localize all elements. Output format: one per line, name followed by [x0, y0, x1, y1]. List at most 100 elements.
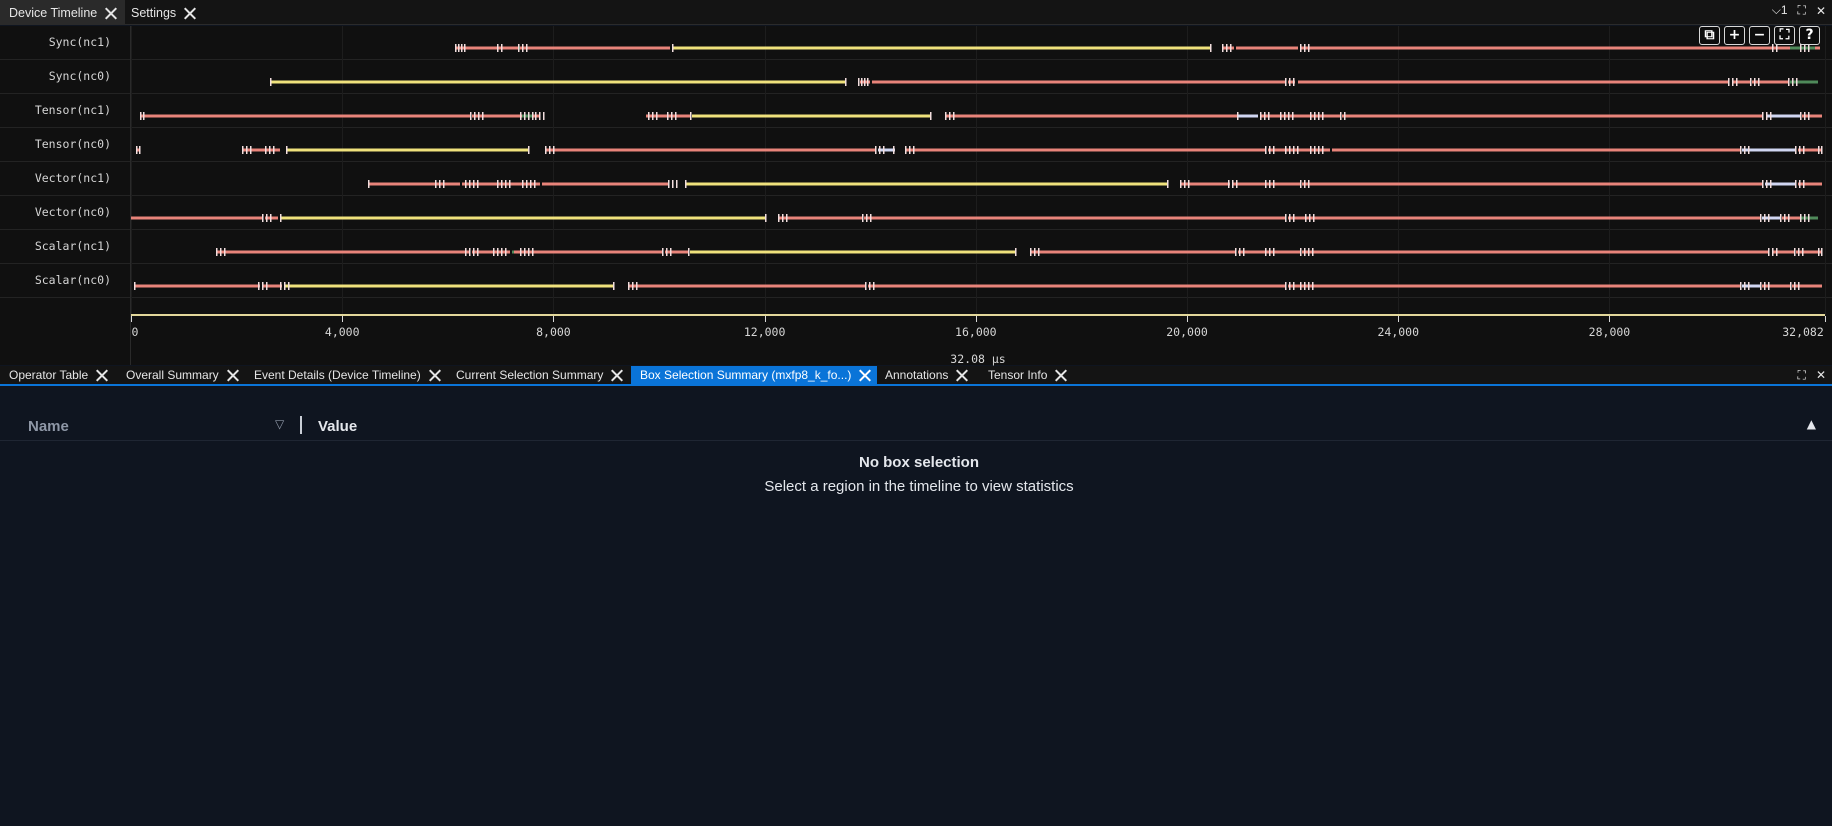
event-marker[interactable]	[1772, 248, 1774, 256]
column-resize-handle[interactable]	[300, 416, 302, 434]
event-marker[interactable]	[1772, 44, 1774, 52]
event-marker[interactable]	[1800, 112, 1802, 120]
event-marker[interactable]	[1289, 146, 1291, 154]
event-marker[interactable]	[1744, 282, 1746, 290]
event-bar[interactable]	[778, 216, 862, 220]
event-marker[interactable]	[1794, 248, 1796, 256]
event-marker[interactable]	[526, 44, 528, 52]
event-marker[interactable]	[1184, 180, 1186, 188]
event-marker[interactable]	[1768, 282, 1770, 290]
close-icon[interactable]: ✕	[1816, 4, 1826, 18]
event-bar[interactable]	[1030, 250, 1235, 254]
chevron-down-icon[interactable]: ⌵1	[1772, 3, 1788, 18]
event-marker[interactable]	[522, 44, 524, 52]
event-bar[interactable]	[945, 114, 958, 118]
close-icon[interactable]	[429, 369, 441, 381]
event-marker[interactable]	[524, 112, 526, 120]
event-marker[interactable]	[1269, 180, 1271, 188]
event-marker[interactable]	[1288, 112, 1290, 120]
event-marker[interactable]	[1167, 180, 1169, 188]
event-marker[interactable]	[1818, 146, 1820, 154]
event-marker[interactable]	[143, 112, 145, 120]
event-marker[interactable]	[1260, 112, 1262, 120]
event-marker[interactable]	[861, 78, 863, 86]
event-marker[interactable]	[909, 146, 911, 154]
event-marker[interactable]	[461, 44, 463, 52]
event-marker[interactable]	[266, 282, 268, 290]
event-marker[interactable]	[284, 282, 286, 290]
event-marker[interactable]	[1232, 180, 1234, 188]
event-marker[interactable]	[786, 214, 788, 222]
event-marker[interactable]	[1322, 146, 1324, 154]
event-marker[interactable]	[528, 112, 530, 120]
event-marker[interactable]	[1228, 180, 1230, 188]
event-marker[interactable]	[893, 146, 895, 154]
event-marker[interactable]	[478, 112, 480, 120]
event-marker[interactable]	[455, 44, 457, 52]
tab-box-selection-summary-mxfp8-k-fo[interactable]: Box Selection Summary (mxfp8_k_fo...)	[631, 366, 878, 384]
event-marker[interactable]	[1293, 282, 1295, 290]
event-bar[interactable]	[522, 46, 670, 50]
event-bar[interactable]	[262, 284, 282, 288]
event-bar[interactable]	[270, 80, 845, 84]
event-marker[interactable]	[477, 180, 479, 188]
event-marker[interactable]	[140, 112, 142, 120]
event-bar[interactable]	[1762, 284, 1790, 288]
event-marker[interactable]	[905, 146, 907, 154]
event-bar[interactable]	[522, 114, 532, 118]
event-marker[interactable]	[1804, 44, 1806, 52]
event-bar[interactable]	[1772, 250, 1794, 254]
event-marker[interactable]	[250, 146, 252, 154]
event-marker[interactable]	[528, 248, 530, 256]
event-marker[interactable]	[945, 112, 947, 120]
event-marker[interactable]	[1322, 112, 1324, 120]
event-marker[interactable]	[1821, 146, 1823, 154]
event-marker[interactable]	[1768, 248, 1770, 256]
event-marker[interactable]	[1790, 282, 1792, 290]
event-bar[interactable]	[1742, 148, 1795, 152]
event-marker[interactable]	[1226, 44, 1228, 52]
event-marker[interactable]	[469, 248, 471, 256]
event-bar[interactable]	[1180, 182, 1230, 186]
close-icon[interactable]	[96, 369, 108, 381]
event-marker[interactable]	[1766, 180, 1768, 188]
event-marker[interactable]	[473, 180, 475, 188]
event-marker[interactable]	[270, 214, 272, 222]
event-marker[interactable]	[1744, 146, 1746, 154]
event-marker[interactable]	[464, 44, 466, 52]
event-marker[interactable]	[666, 248, 668, 256]
event-marker[interactable]	[1309, 214, 1311, 222]
event-marker[interactable]	[1269, 248, 1271, 256]
event-marker[interactable]	[1285, 282, 1287, 290]
event-marker[interactable]	[1318, 112, 1320, 120]
event-marker[interactable]	[1799, 180, 1801, 188]
event-marker[interactable]	[1768, 214, 1770, 222]
event-marker[interactable]	[520, 248, 522, 256]
sort-ascending-icon[interactable]: ▲	[1807, 417, 1816, 431]
event-marker[interactable]	[1318, 146, 1320, 154]
event-marker[interactable]	[443, 180, 445, 188]
event-marker[interactable]	[269, 146, 271, 154]
event-bar[interactable]	[1792, 284, 1822, 288]
event-marker[interactable]	[1293, 78, 1295, 86]
event-marker[interactable]	[545, 146, 547, 154]
event-marker[interactable]	[465, 248, 467, 256]
event-marker[interactable]	[497, 248, 499, 256]
close-icon[interactable]	[859, 369, 871, 381]
close-icon[interactable]	[956, 369, 968, 381]
event-marker[interactable]	[866, 214, 868, 222]
event-marker[interactable]	[1784, 214, 1786, 222]
event-marker[interactable]	[1795, 146, 1797, 154]
event-marker[interactable]	[280, 214, 282, 222]
event-marker[interactable]	[1304, 44, 1306, 52]
event-marker[interactable]	[1265, 180, 1267, 188]
event-marker[interactable]	[465, 180, 467, 188]
fit-icon[interactable]: ⛶	[1774, 26, 1795, 45]
event-marker[interactable]	[1798, 248, 1800, 256]
event-marker[interactable]	[1289, 78, 1291, 86]
event-marker[interactable]	[1800, 214, 1802, 222]
event-marker[interactable]	[1796, 78, 1798, 86]
event-bar[interactable]	[1765, 182, 1795, 186]
tab-annotations[interactable]: Annotations	[876, 366, 974, 384]
event-marker[interactable]	[1293, 146, 1295, 154]
